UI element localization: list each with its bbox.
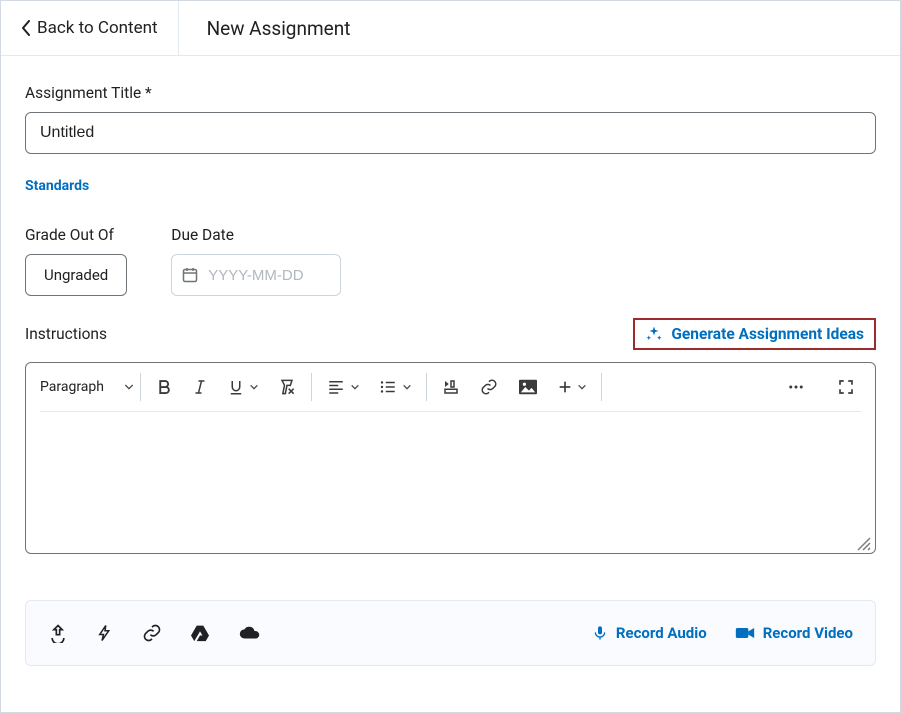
image-icon [517, 378, 539, 396]
toolbar-separator [601, 373, 602, 401]
due-date-label: Due Date [171, 226, 341, 244]
link-icon [479, 378, 499, 396]
fullscreen-icon [837, 378, 855, 396]
attach-left [48, 623, 260, 643]
grade-label: Grade Out Of [25, 226, 127, 244]
ellipsis-icon [785, 378, 807, 396]
resize-icon [855, 535, 871, 551]
rich-text-editor[interactable]: Paragraph [25, 362, 876, 554]
chevron-down-icon [402, 382, 412, 392]
instructions-row: Instructions Generate Assignment Ideas [25, 318, 876, 350]
bold-icon [155, 378, 173, 396]
fullscreen-button[interactable] [837, 378, 855, 396]
insert-stuff-icon [441, 378, 461, 396]
form-body: Assignment Title * Standards Grade Out O… [1, 56, 900, 690]
toolbar-divider [40, 411, 861, 412]
due-date-wrapper[interactable] [171, 254, 341, 296]
page-title: New Assignment [179, 17, 351, 40]
plus-icon [557, 379, 573, 395]
more-actions-button[interactable] [785, 378, 807, 396]
microphone-icon [592, 624, 608, 642]
video-icon [735, 626, 755, 640]
underline-icon [227, 378, 245, 396]
list-button[interactable] [378, 378, 412, 396]
back-label: Back to Content [37, 18, 158, 38]
title-label: Assignment Title * [25, 84, 876, 102]
back-to-content-link[interactable]: Back to Content [1, 1, 179, 55]
standards-link[interactable]: Standards [25, 178, 89, 194]
insert-link-button[interactable] [479, 378, 499, 396]
resize-handle[interactable] [855, 535, 871, 551]
underline-button[interactable] [227, 378, 259, 396]
link-icon [142, 623, 162, 643]
sparkles-icon [645, 325, 663, 343]
generate-ideas-button[interactable]: Generate Assignment Ideas [633, 318, 876, 350]
chevron-down-icon [350, 382, 360, 392]
align-icon [326, 378, 346, 396]
due-date-field: Due Date [171, 226, 341, 296]
insert-image-button[interactable] [517, 378, 539, 396]
block-format-select[interactable]: Paragraph [40, 379, 140, 395]
upload-icon [48, 623, 68, 643]
record-video-label: Record Video [763, 624, 853, 642]
chevron-down-icon [249, 382, 259, 392]
attach-link-button[interactable] [142, 623, 162, 643]
due-date-input[interactable] [206, 266, 330, 285]
grade-due-row: Grade Out Of Ungraded Due Date [25, 226, 876, 296]
app-frame: Back to Content New Assignment Assignmen… [0, 0, 901, 713]
onedrive-button[interactable] [238, 625, 260, 641]
calendar-icon [182, 267, 198, 283]
generate-label: Generate Assignment Ideas [671, 325, 864, 343]
attach-right: Record Audio Record Video [592, 624, 853, 642]
chevron-down-icon [577, 382, 587, 392]
assignment-title-input[interactable] [25, 112, 876, 154]
text-style-group [141, 377, 311, 397]
clear-format-button[interactable] [277, 377, 297, 397]
quicklink-button[interactable] [96, 623, 114, 643]
insert-more-button[interactable] [557, 379, 587, 395]
record-audio-label: Record Audio [616, 624, 707, 642]
google-drive-button[interactable] [190, 624, 210, 642]
grade-field: Grade Out Of Ungraded [25, 226, 127, 296]
grade-value-button[interactable]: Ungraded [25, 254, 127, 296]
record-audio-button[interactable]: Record Audio [592, 624, 707, 642]
onedrive-icon [238, 625, 260, 641]
google-drive-icon [190, 624, 210, 642]
record-video-button[interactable]: Record Video [735, 624, 853, 642]
instructions-label: Instructions [25, 325, 107, 343]
top-header: Back to Content New Assignment [1, 1, 900, 56]
list-icon [378, 378, 398, 396]
block-format-label: Paragraph [40, 379, 104, 395]
insert-stuff-button[interactable] [441, 378, 461, 396]
chevron-left-icon [21, 20, 31, 36]
bold-button[interactable] [155, 378, 173, 396]
clear-format-icon [277, 377, 297, 397]
italic-icon [191, 378, 209, 396]
attachment-bar: Record Audio Record Video [25, 600, 876, 666]
insert-group [427, 378, 601, 396]
upload-file-button[interactable] [48, 623, 68, 643]
italic-button[interactable] [191, 378, 209, 396]
chevron-down-icon [124, 382, 134, 392]
align-button[interactable] [326, 378, 360, 396]
toolbar-right [785, 378, 861, 396]
paragraph-group [312, 378, 426, 396]
lightning-icon [96, 623, 114, 643]
editor-toolbar: Paragraph [40, 373, 861, 401]
